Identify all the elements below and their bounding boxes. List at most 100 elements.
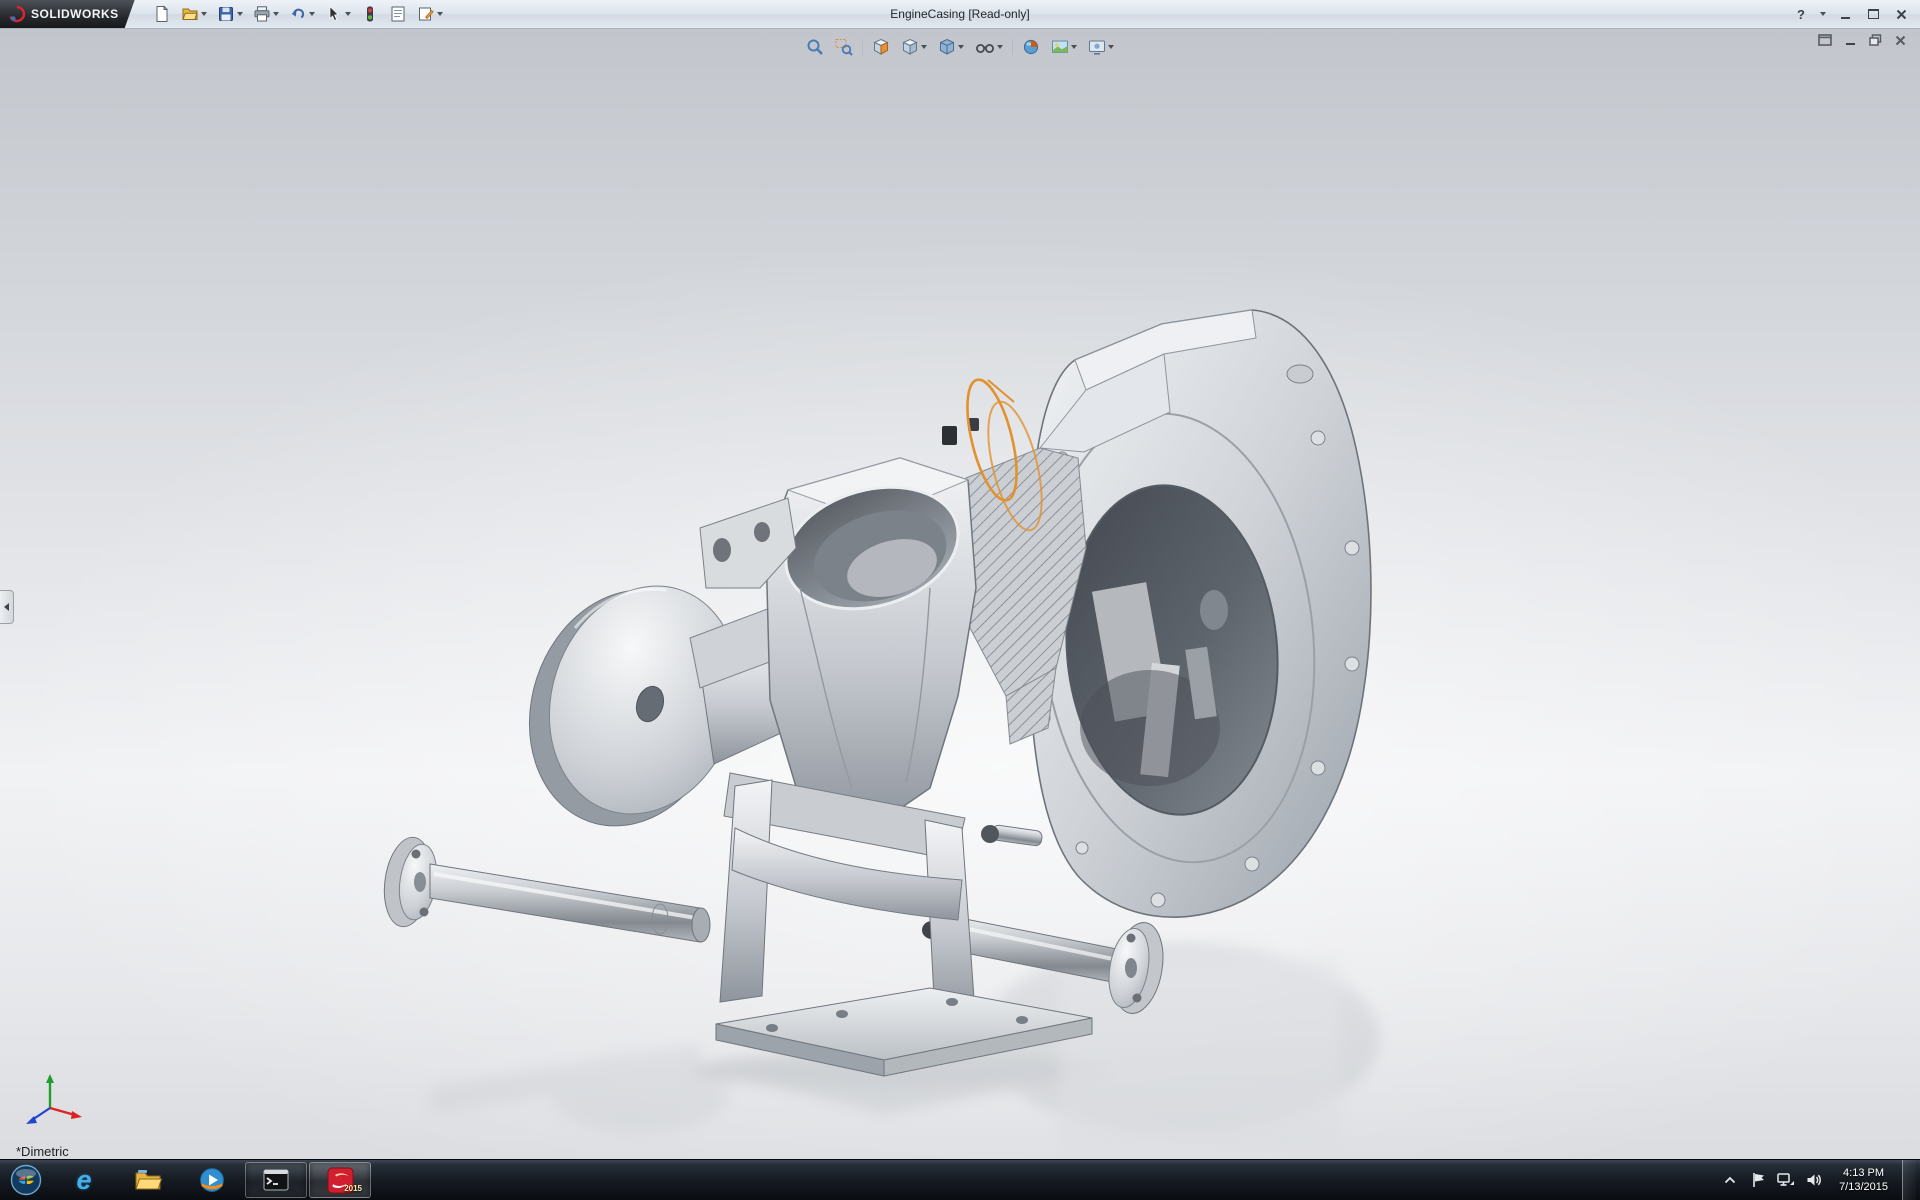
doc-minimize-button[interactable]	[1842, 33, 1858, 47]
view-settings-caret[interactable]	[1108, 45, 1114, 49]
chevron-left-icon	[4, 603, 9, 611]
close-icon	[1896, 9, 1907, 20]
zoom-to-fit-icon	[806, 38, 824, 56]
window-controls: ?	[1792, 6, 1920, 22]
apply-scene-button[interactable]	[1049, 36, 1079, 58]
sheet-properties-button[interactable]	[385, 2, 411, 26]
apply-scene-caret[interactable]	[1071, 45, 1077, 49]
engine-casing-model[interactable]	[0, 28, 1920, 1160]
options-button[interactable]	[413, 2, 447, 26]
internet-explorer-icon: e	[76, 1167, 91, 1194]
windows-start-orb-icon	[10, 1164, 42, 1196]
dowel-pin[interactable]	[981, 825, 1043, 847]
ds-logo-icon	[8, 5, 26, 23]
volume-button[interactable]	[1803, 1165, 1825, 1195]
graphics-area[interactable]: *Dimetric	[0, 28, 1920, 1160]
start-button[interactable]	[0, 1160, 52, 1200]
print-dropdown-caret[interactable]	[273, 12, 279, 16]
orientation-triad	[20, 1064, 86, 1130]
rebuild-icon	[361, 5, 379, 23]
rebuild-button[interactable]	[357, 2, 383, 26]
feature-panel-collapse-tab[interactable]	[0, 590, 14, 624]
command-prompt-icon	[263, 1169, 289, 1191]
chevron-up-icon	[1724, 1176, 1736, 1184]
display-style-button[interactable]	[936, 36, 966, 58]
document-window-controls	[1817, 33, 1908, 47]
save-icon	[217, 5, 235, 23]
help-dropdown-caret[interactable]	[1820, 12, 1826, 16]
display-style-caret[interactable]	[958, 45, 964, 49]
options-dropdown-caret[interactable]	[437, 12, 443, 16]
taskbar-internet-explorer[interactable]: e	[53, 1162, 115, 1198]
apply-scene-icon	[1051, 38, 1069, 56]
casing-housing[interactable]	[1020, 310, 1371, 917]
doc-minimize-icon	[1846, 43, 1855, 45]
maximize-button[interactable]	[1864, 6, 1882, 22]
display-style-icon	[938, 38, 956, 56]
doc-close-button[interactable]	[1892, 33, 1908, 47]
close-button[interactable]	[1892, 6, 1910, 22]
save-dropdown-caret[interactable]	[237, 12, 243, 16]
doc-restore-icon	[1869, 34, 1882, 46]
hide-show-items-button[interactable]	[973, 36, 1005, 58]
open-dropdown-caret[interactable]	[201, 12, 207, 16]
new-document-icon	[153, 5, 171, 23]
windows-explorer-icon	[134, 1168, 162, 1192]
print-icon	[253, 5, 271, 23]
solidworks-logo: SOLIDWORKS	[0, 0, 135, 28]
doc-new-window-button[interactable]	[1817, 33, 1833, 47]
cylinder-block[interactable]	[766, 418, 979, 828]
taskbar-clock[interactable]: 4:13 PM 7/13/2015	[1831, 1166, 1896, 1194]
zoom-to-fit-button[interactable]	[804, 36, 826, 58]
sheet-properties-icon	[389, 5, 407, 23]
edit-appearance-button[interactable]	[1020, 36, 1042, 58]
headsup-view-toolbar	[798, 34, 1122, 60]
standard-toolbar	[149, 2, 447, 26]
brand-text: SOLIDWORKS	[31, 7, 119, 21]
undo-button[interactable]	[285, 2, 319, 26]
taskbar-windows-explorer[interactable]	[117, 1162, 179, 1198]
view-orientation-label: *Dimetric	[16, 1144, 69, 1159]
open-button[interactable]	[177, 2, 211, 26]
windows-taskbar: e	[0, 1159, 1920, 1200]
solidworks-window: SOLIDWORKS	[0, 0, 1920, 1200]
help-icon: ?	[1797, 7, 1805, 22]
system-tray: 4:13 PM 7/13/2015	[1719, 1160, 1920, 1200]
network-button[interactable]	[1775, 1165, 1797, 1195]
new-document-button[interactable]	[149, 2, 175, 26]
help-button[interactable]: ?	[1792, 6, 1810, 22]
clock-date: 7/13/2015	[1839, 1180, 1888, 1194]
maximize-icon	[1868, 9, 1879, 19]
select-button[interactable]	[321, 2, 355, 26]
view-orientation-icon	[901, 38, 919, 56]
undo-icon	[289, 5, 307, 23]
new-window-icon	[1818, 34, 1832, 46]
view-orientation-button[interactable]	[899, 36, 929, 58]
print-button[interactable]	[249, 2, 283, 26]
show-desktop-button[interactable]	[1902, 1160, 1916, 1200]
minimize-button[interactable]	[1836, 6, 1854, 22]
view-orientation-caret[interactable]	[921, 45, 927, 49]
select-dropdown-caret[interactable]	[345, 12, 351, 16]
media-player-icon	[199, 1167, 225, 1193]
open-folder-icon	[181, 5, 199, 23]
doc-restore-button[interactable]	[1867, 33, 1883, 47]
taskbar-command-prompt[interactable]	[245, 1162, 307, 1198]
support-stand[interactable]	[716, 773, 1092, 1076]
section-view-button[interactable]	[870, 36, 892, 58]
taskbar-media-player[interactable]	[181, 1162, 243, 1198]
taskbar-solidworks[interactable]: 2015	[309, 1162, 371, 1198]
axle-rod-left[interactable]	[379, 834, 710, 942]
toolbar-separator	[862, 39, 863, 55]
zoom-to-area-button[interactable]	[833, 36, 855, 58]
hidden-icons-button[interactable]	[1719, 1165, 1741, 1195]
view-settings-button[interactable]	[1086, 36, 1116, 58]
hide-show-glasses-icon	[975, 38, 995, 56]
save-button[interactable]	[213, 2, 247, 26]
action-center-button[interactable]	[1747, 1165, 1769, 1195]
clock-time: 4:13 PM	[1843, 1166, 1884, 1180]
volume-icon	[1806, 1172, 1822, 1188]
hide-show-caret[interactable]	[997, 45, 1003, 49]
section-view-icon	[872, 38, 890, 56]
undo-dropdown-caret[interactable]	[309, 12, 315, 16]
